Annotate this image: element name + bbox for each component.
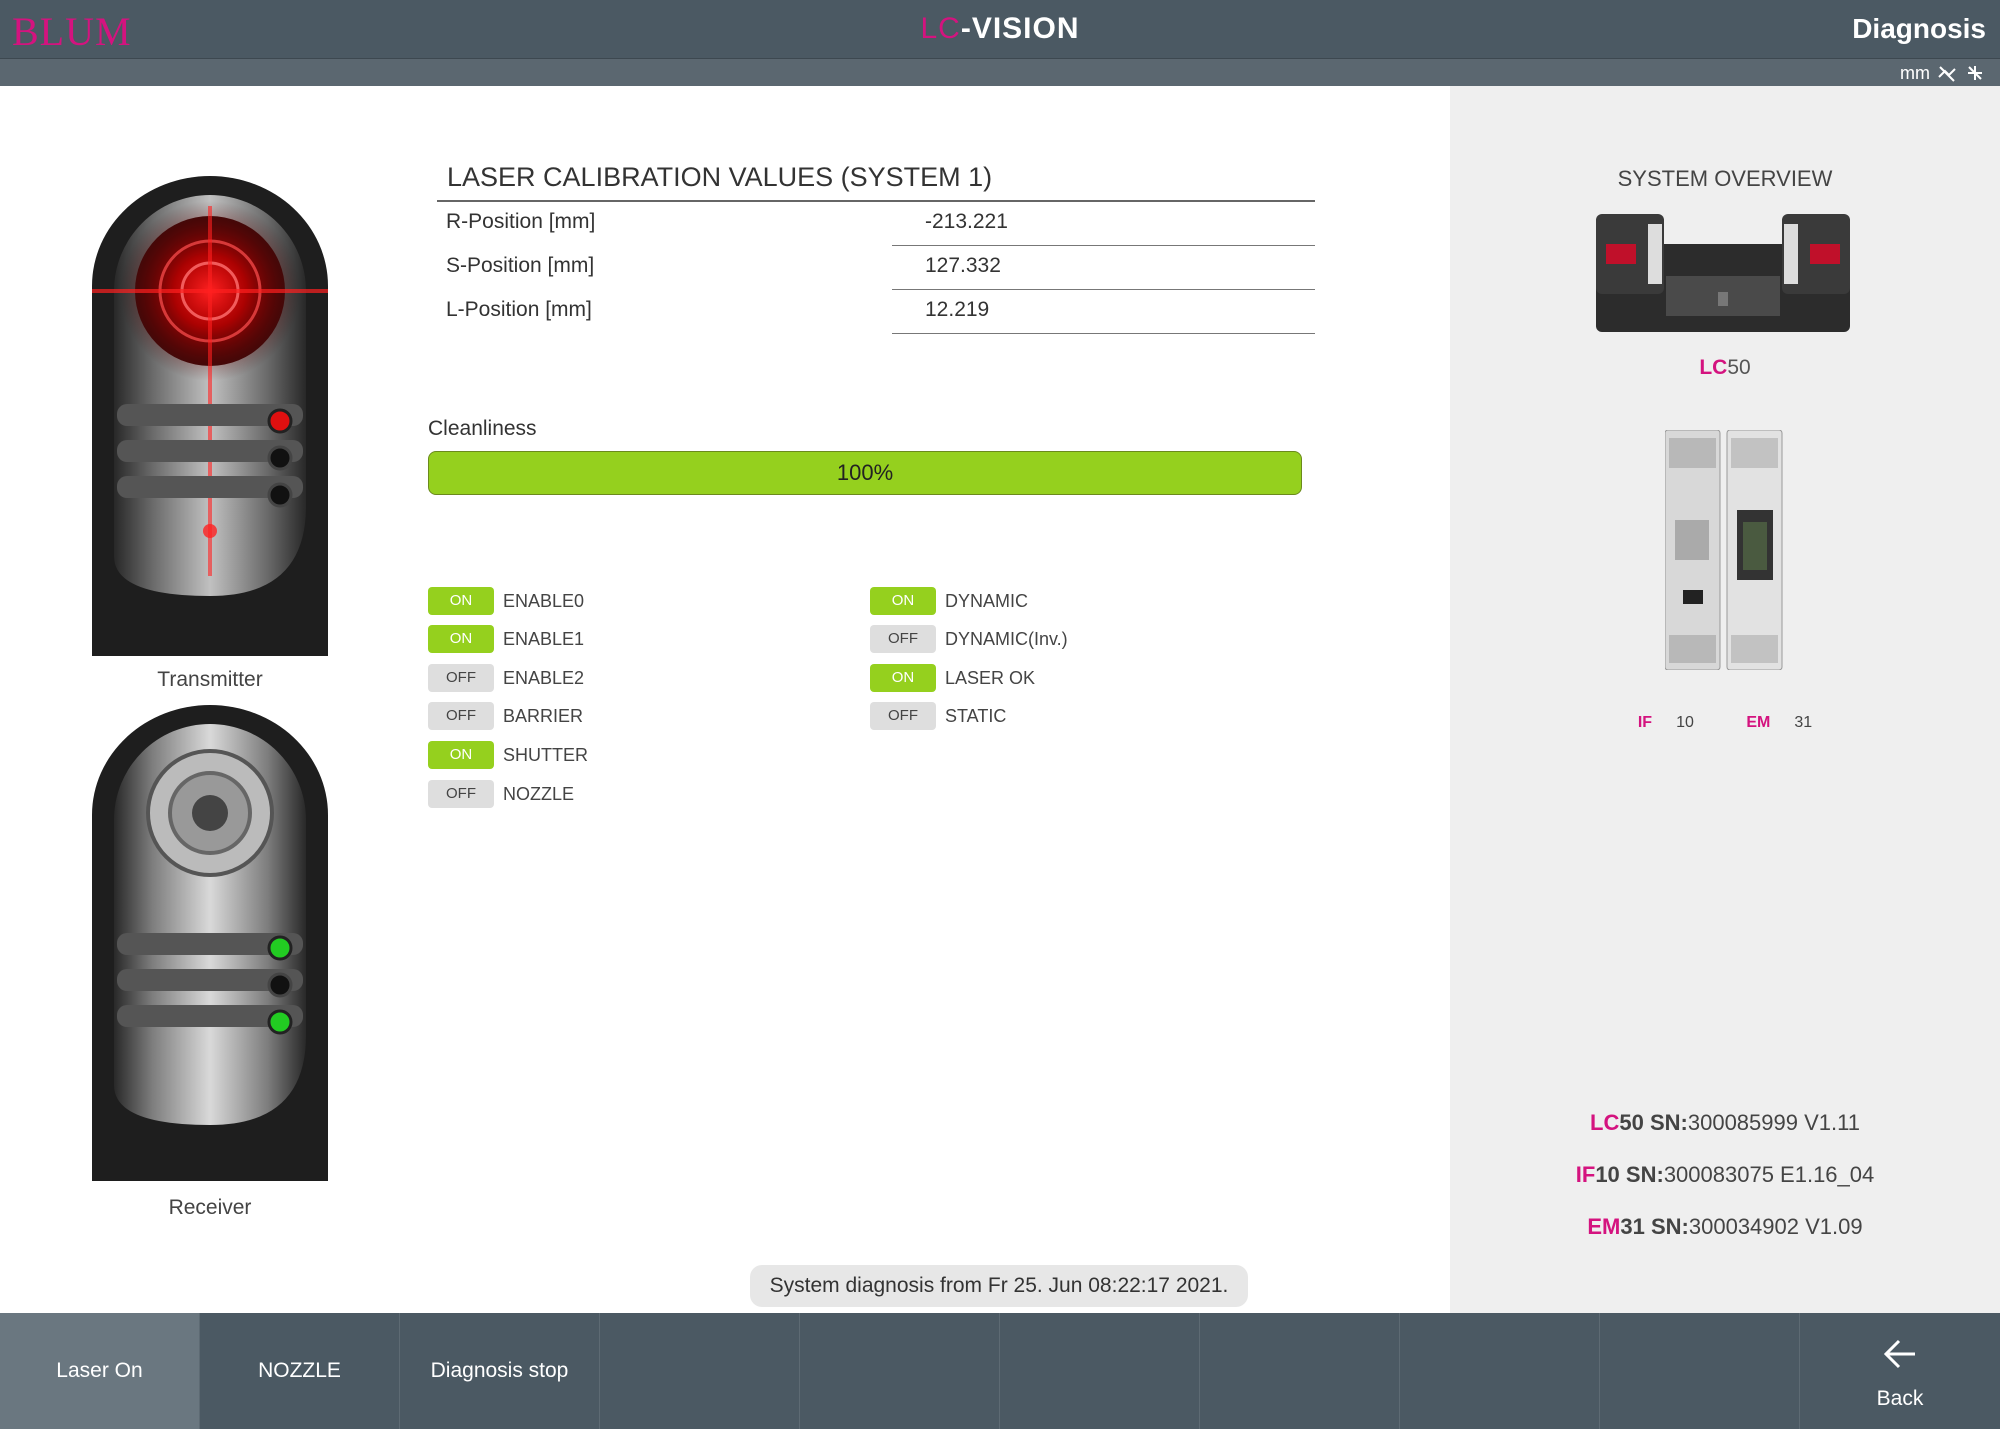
lc50-device-image [1596, 214, 1850, 332]
empty-toolbar-slot [800, 1313, 1000, 1429]
status-bar: mm [0, 58, 2000, 86]
app-title: LC-VISION [0, 12, 2000, 46]
back-label: Back [1876, 1387, 1924, 1410]
signal-off-icon [1968, 66, 1982, 80]
status-name: STATIC [945, 706, 1007, 726]
transmitter-image [92, 176, 328, 656]
status-name: NOZZLE [503, 784, 575, 804]
cleanliness-label: Cleanliness [428, 417, 537, 440]
nozzle-button[interactable]: NOZZLE [200, 1313, 400, 1429]
laser-on-button[interactable]: Laser On [0, 1313, 200, 1429]
empty-toolbar-slot [600, 1313, 800, 1429]
calibration-row-l: L-Position [mm] 12.219 [437, 290, 1315, 334]
status-badge: ON [870, 587, 936, 615]
status-badge: ON [428, 587, 494, 615]
calibration-label: L-Position [mm] [446, 298, 592, 321]
calibration-value: 127.332 [925, 254, 1001, 277]
page-title: Diagnosis [1852, 13, 1986, 44]
calibration-value: 12.219 [925, 298, 990, 321]
interface-modules-image [1665, 430, 1783, 670]
status-name: DYNAMIC [945, 591, 1029, 611]
if10-label: IF 10 [1637, 714, 1694, 731]
transmitter-label: Transmitter [157, 668, 263, 691]
app-title-accent: LC [920, 12, 961, 45]
calibration-row-r: R-Position [mm] -213.221 [437, 202, 1315, 246]
status-badge: ON [428, 625, 494, 653]
em31-label: EM 31 [1746, 714, 1813, 731]
back-button[interactable]: Back [1800, 1313, 2000, 1429]
calibration-label: S-Position [mm] [446, 254, 595, 277]
calibration-value: -213.221 [925, 210, 1008, 233]
calibration-label: R-Position [mm] [446, 210, 596, 233]
empty-toolbar-slot [1200, 1313, 1400, 1429]
status-badge: OFF [428, 664, 494, 692]
serial-row-if10: IF10 SN:300083075 E1.16_04 [1575, 1162, 1875, 1187]
serial-row-lc50: LC50 SN:300085999 V1.11 [1590, 1110, 1860, 1135]
status-badge: ON [870, 664, 936, 692]
status-name: LASER OK [945, 668, 1036, 688]
top-bar: BLUM LC-VISION Diagnosis [0, 0, 2000, 58]
module-labels: IF 10 EM 31 [1450, 714, 2000, 732]
unit-indicator: mm [1900, 63, 1930, 83]
status-name: ENABLE0 [503, 591, 585, 611]
calibration-title: LASER CALIBRATION VALUES (SYSTEM 1) [447, 162, 993, 192]
app-title-rest: -VISION [960, 12, 1080, 45]
serial-row-em31: EM31 SN:300034902 V1.09 [1587, 1214, 1863, 1239]
system-overview-title: SYSTEM OVERVIEW [1617, 166, 1833, 191]
system-overview-panel: SYSTEM OVERVIEW LC50 IF 10 EM 31 LC50 SN:3… [1450, 86, 2000, 1313]
back-arrow-icon [1883, 1339, 1915, 1369]
lc50-label: LC50 [1699, 356, 1751, 379]
empty-toolbar-slot [1600, 1313, 1800, 1429]
empty-toolbar-slot [1000, 1313, 1200, 1429]
connection-off-icon [1938, 66, 1956, 82]
status-name: SHUTTER [503, 745, 588, 765]
receiver-image [92, 705, 328, 1181]
status-name: ENABLE1 [503, 629, 585, 649]
status-name: ENABLE2 [503, 668, 585, 688]
status-badge: OFF [428, 702, 494, 730]
status-badge: OFF [870, 625, 936, 653]
diagnosis-timestamp: System diagnosis from Fr 25. Jun 08:22:1… [750, 1265, 1248, 1307]
calibration-row-s: S-Position [mm] 127.332 [437, 246, 1315, 290]
serial-number-list: LC50 SN:300085999 V1.11 IF10 SN:30008307… [1450, 1108, 2000, 1264]
status-badge: OFF [428, 780, 494, 808]
status-badge: OFF [870, 702, 936, 730]
status-name: BARRIER [503, 706, 584, 726]
receiver-label: Receiver [168, 1196, 252, 1219]
cleanliness-bar: 100% [428, 451, 1302, 495]
bottom-toolbar: Laser On NOZZLE Diagnosis stop Back [0, 1313, 2000, 1429]
status-name: DYNAMIC(Inv.) [945, 629, 1068, 649]
empty-toolbar-slot [1400, 1313, 1600, 1429]
status-badge: ON [428, 741, 494, 769]
diagnosis-stop-button[interactable]: Diagnosis stop [400, 1313, 600, 1429]
